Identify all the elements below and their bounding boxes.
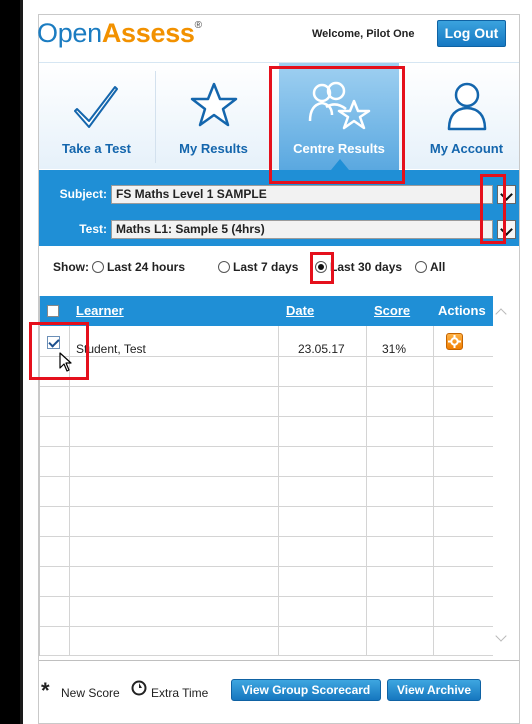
mouse-pointer-icon	[59, 352, 72, 372]
table-scrollbar[interactable]	[493, 296, 509, 656]
person-icon	[447, 82, 487, 131]
gear-icon[interactable]	[446, 333, 463, 350]
openassess-logo: OpenAssess®	[37, 18, 202, 48]
cell-score: 31%	[382, 342, 407, 356]
scroll-down-icon[interactable]	[495, 630, 507, 642]
nav-label: Take a Test	[62, 141, 131, 156]
option-label: Last 30 days	[330, 260, 403, 274]
nav-label: My Results	[179, 141, 248, 156]
star-icon	[190, 82, 238, 127]
footer-divider	[39, 660, 519, 661]
nav-my-results[interactable]: My Results	[156, 63, 271, 170]
scroll-up-icon[interactable]	[495, 308, 507, 320]
highlight-centre-results	[269, 66, 405, 184]
results-table: Learner Date Score Actions Student, Test…	[39, 296, 494, 656]
column-header-score[interactable]: Score	[374, 303, 410, 318]
column-header-learner[interactable]: Learner	[76, 303, 124, 318]
view-archive-button[interactable]: View Archive	[387, 679, 481, 701]
new-score-label: New Score	[61, 686, 120, 700]
window-frame: OpenAssess® Welcome, Pilot One Log Out T…	[20, 0, 532, 724]
nav-my-account[interactable]: My Account	[414, 63, 519, 170]
checkmark-icon	[74, 86, 118, 128]
view-group-scorecard-button[interactable]: View Group Scorecard	[231, 679, 381, 701]
extra-time-label: Extra Time	[151, 686, 209, 700]
nav-label: My Account	[429, 141, 504, 156]
cell-date: 23.05.17	[298, 342, 345, 356]
table-header: Learner Date Score Actions	[40, 296, 494, 326]
test-label: Test:	[79, 222, 107, 236]
radio-last-7-days[interactable]	[218, 261, 230, 273]
option-label: Last 7 days	[233, 260, 299, 274]
subject-select[interactable]: FS Maths Level 1 SAMPLE	[111, 185, 493, 204]
highlight-dropdowns	[480, 174, 506, 244]
option-label: All	[430, 260, 446, 274]
column-header-actions: Actions	[438, 303, 486, 318]
radio-all[interactable]	[415, 261, 427, 273]
logout-button[interactable]: Log Out	[437, 20, 506, 47]
clock-icon	[131, 680, 147, 696]
nav-take-a-test[interactable]: Take a Test	[39, 63, 154, 170]
table-body	[40, 326, 494, 656]
option-label: Last 24 hours	[107, 260, 186, 274]
show-label: Show:	[53, 260, 89, 274]
test-select[interactable]: Maths L1: Sample 5 (4hrs)	[111, 220, 493, 239]
new-score-star-icon: *	[41, 678, 50, 703]
highlight-last-30-days	[310, 252, 334, 284]
welcome-text: Welcome, Pilot One	[312, 28, 415, 40]
subject-label: Subject:	[59, 187, 107, 201]
radio-last-24-hours[interactable]	[92, 261, 104, 273]
column-header-date[interactable]: Date	[286, 303, 314, 318]
select-all-checkbox[interactable]	[47, 305, 59, 317]
